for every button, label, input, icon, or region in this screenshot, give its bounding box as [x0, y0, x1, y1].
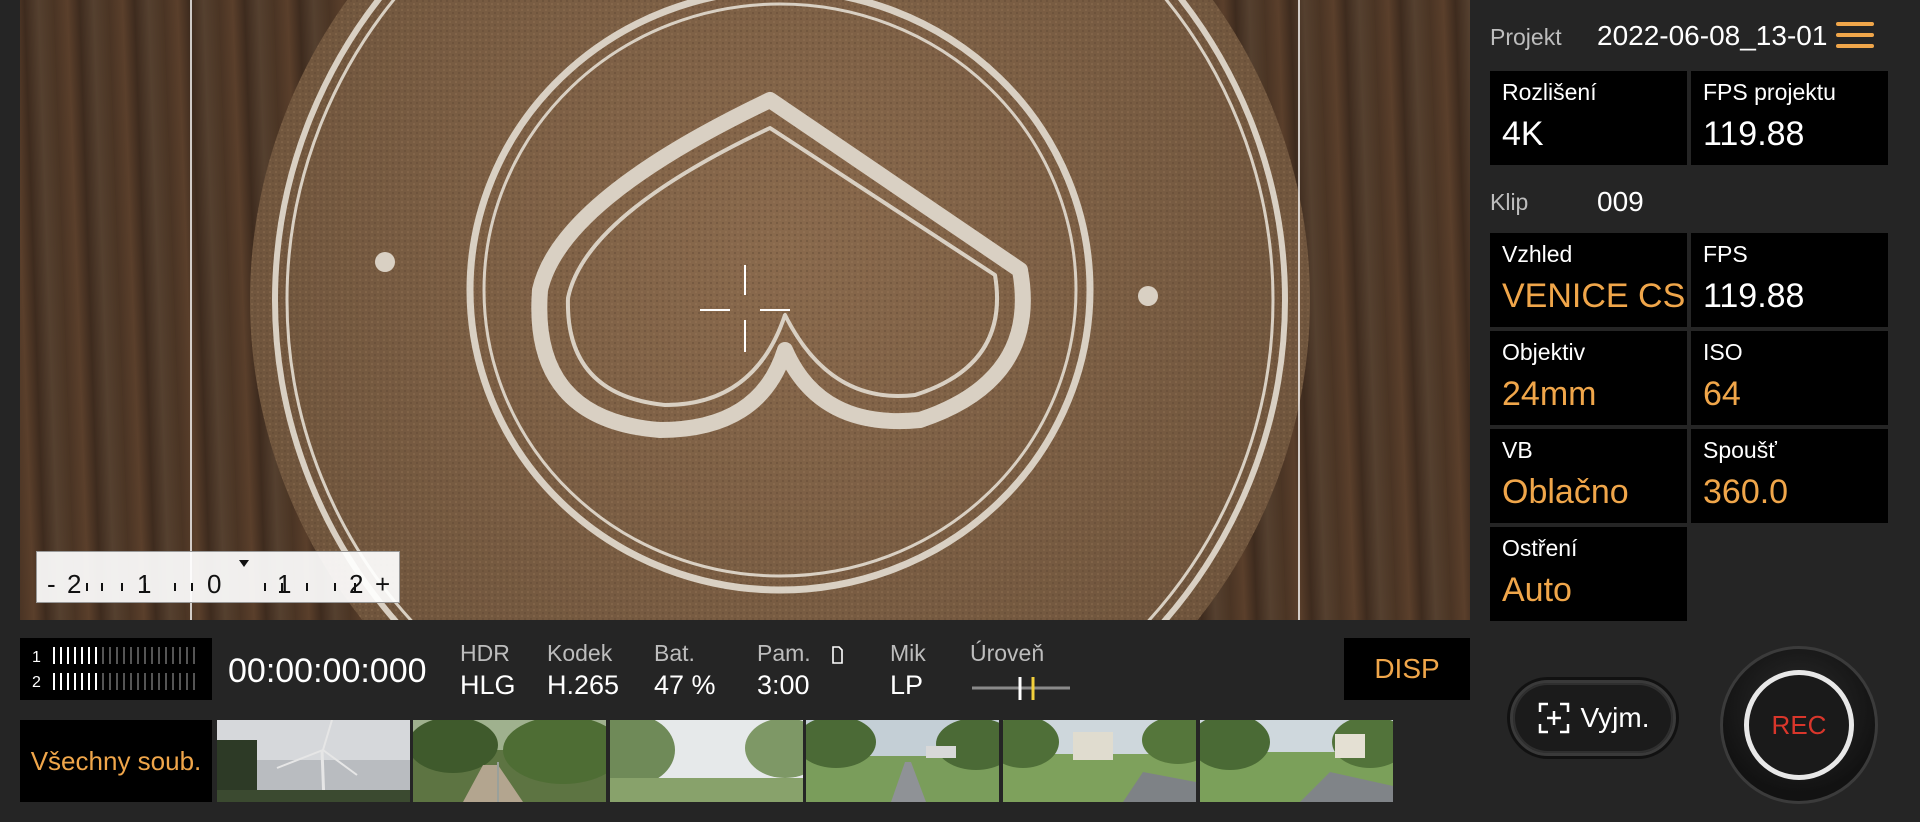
setting-look[interactable]: Vzhled VENICE CS: [1490, 233, 1687, 327]
level-slider-icon: [972, 677, 1070, 700]
status-label: HDR: [460, 640, 510, 666]
clip-thumbnail-wind-turbine[interactable]: [217, 720, 410, 802]
record-label: REC: [1771, 709, 1827, 740]
project-name[interactable]: 2022-06-08_13-01: [1597, 20, 1827, 52]
setting-value: Auto: [1502, 571, 1572, 609]
status-level: Úroveň: [970, 640, 1070, 700]
status-codec: Kodek H.265: [547, 640, 619, 701]
setting-value: 119.88: [1703, 277, 1805, 315]
setting-value: 4K: [1502, 115, 1544, 153]
setting-label: Spoušť: [1703, 437, 1777, 463]
coaster-image: [250, 0, 1310, 620]
setting-label: Rozlišení: [1502, 79, 1597, 105]
clip-thumbnail-park-road-1[interactable]: [806, 720, 999, 802]
ev-label: 1: [137, 569, 152, 599]
ev-label: 2: [67, 569, 82, 599]
record-button[interactable]: REC: [1720, 646, 1878, 804]
clip-thumbnail-trees-sky[interactable]: [610, 720, 803, 802]
setting-label: Vzhled: [1502, 241, 1573, 267]
clip-number: 009: [1597, 186, 1644, 217]
setting-iso[interactable]: ISO 64: [1691, 331, 1888, 425]
setting-fps[interactable]: FPS 119.88: [1691, 233, 1888, 327]
crop-button-label: Vyjm.: [1580, 702, 1650, 733]
clip-thumbnail-park-road-3[interactable]: [1200, 720, 1393, 802]
record-ring: REC: [1744, 670, 1854, 780]
ev-label: 1: [277, 569, 292, 599]
setting-label: Ostření: [1502, 535, 1578, 561]
status-bar: 1 2 00:00:00:000 HDR HLG Kodek H.265 Bat…: [20, 636, 1470, 700]
setting-value: 24mm: [1502, 375, 1597, 413]
clip-label: Klip: [1490, 189, 1529, 215]
settings-panel: Projekt 2022-06-08_13-01 Rozlišení 4K FP…: [1490, 0, 1920, 822]
status-mic: Mik LP: [890, 640, 926, 701]
setting-project-fps[interactable]: FPS projektu 119.88: [1691, 71, 1888, 165]
status-label: Kodek: [547, 640, 613, 666]
status-label: Úroveň: [970, 640, 1045, 666]
disp-button[interactable]: DISP: [1344, 638, 1470, 700]
status-label: Mik: [890, 640, 926, 666]
status-value: 47 %: [654, 670, 716, 700]
setting-label: FPS: [1703, 241, 1748, 267]
frame-guide-left: [190, 0, 192, 620]
setting-value: Oblačno: [1502, 473, 1629, 511]
viewfinder[interactable]: - 2 1 0 1 2 +: [20, 0, 1470, 620]
status-label: Pam.: [757, 640, 811, 666]
status-hdr: HDR HLG: [460, 640, 516, 701]
setting-white-balance[interactable]: VB Oblačno: [1490, 429, 1687, 523]
setting-label: ISO: [1703, 339, 1743, 365]
setting-shutter[interactable]: Spoušť 360.0: [1691, 429, 1888, 523]
project-label: Projekt: [1490, 24, 1562, 50]
all-files-button[interactable]: Všechny soub.: [20, 720, 212, 802]
timecode: 00:00:00:000: [228, 652, 427, 690]
setting-value: 360.0: [1703, 473, 1789, 511]
setting-value: 64: [1703, 375, 1741, 413]
sd-card-icon: [832, 646, 843, 664]
menu-icon[interactable]: [1836, 22, 1874, 50]
setting-lens[interactable]: Objektiv 24mm: [1490, 331, 1687, 425]
crop-button[interactable]: Vyjm.: [1510, 680, 1676, 756]
clip-thumbnail-forest-path[interactable]: [413, 720, 606, 802]
file-browser: Všechny soub.: [20, 720, 1393, 802]
status-value: H.265: [547, 670, 620, 700]
audio-level-meter: 1 2: [20, 638, 212, 700]
frame-guide-right: [1298, 0, 1300, 620]
crop-icon: [1538, 702, 1569, 734]
ev-label: 2: [349, 569, 364, 599]
ev-minus: -: [47, 569, 56, 599]
status-memory: Pam. 3:00: [757, 640, 843, 701]
status-value: 3:00: [757, 670, 810, 700]
setting-label: VB: [1502, 437, 1533, 463]
ev-plus: +: [375, 569, 391, 599]
status-value: HLG: [460, 670, 516, 700]
clip-thumbnail-park-road-2[interactable]: [1003, 720, 1196, 802]
status-label: Bat.: [654, 640, 695, 666]
setting-label: Objektiv: [1502, 339, 1586, 365]
status-value: LP: [890, 670, 924, 700]
setting-label: FPS projektu: [1703, 79, 1836, 105]
exposure-scale: - 2 1 0 1 2 +: [36, 551, 400, 603]
setting-focus[interactable]: Ostření Auto: [1490, 527, 1687, 621]
setting-value: 119.88: [1703, 115, 1805, 153]
setting-value: VENICE CS: [1502, 277, 1686, 315]
ev-label: 0: [207, 569, 222, 599]
setting-resolution[interactable]: Rozlišení 4K: [1490, 71, 1687, 165]
audio-meter-bars: [53, 647, 195, 690]
status-battery: Bat. 47 %: [654, 640, 716, 701]
